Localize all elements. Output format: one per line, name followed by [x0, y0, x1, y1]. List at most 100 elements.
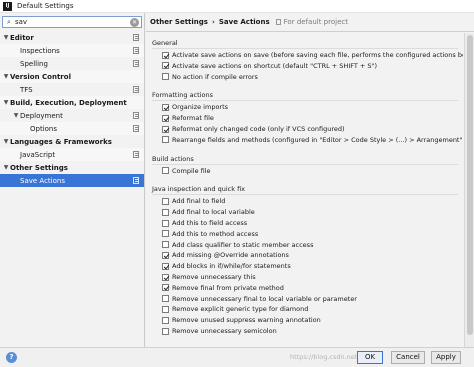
option-label: Rearrange fields and methods (configured… — [172, 135, 463, 144]
checkbox-checked[interactable] — [162, 114, 169, 122]
checkbox-unchecked[interactable] — [162, 136, 169, 144]
tree-item-label: Other Settings — [10, 163, 68, 172]
checkbox-unchecked[interactable] — [162, 230, 169, 238]
tree-item-spelling[interactable]: Spelling — [0, 57, 144, 70]
checkbox-unchecked[interactable] — [162, 219, 169, 227]
option-add-blocks-in-if-while-for-statements[interactable]: Add blocks in if/while/for statements — [162, 261, 291, 271]
checkbox-checked[interactable] — [162, 51, 169, 59]
tree-item-save-actions[interactable]: Save Actions — [0, 174, 144, 187]
option-compile-file[interactable]: Compile file — [162, 166, 211, 176]
option-remove-unnecessary-semicolon[interactable]: Remove unnecessary semicolon — [162, 326, 277, 336]
checkbox-checked[interactable] — [162, 62, 169, 70]
window-title: Default Settings — [17, 2, 74, 10]
option-reformat-file[interactable]: Reformat file — [162, 113, 214, 123]
option-add-final-to-field[interactable]: Add final to field — [162, 196, 225, 206]
option-add-this-to-method-access[interactable]: Add this to method access — [162, 229, 258, 239]
tree-item-label: Editor — [10, 33, 34, 42]
tree-item-editor[interactable]: ▼ Editor — [0, 31, 144, 44]
tree-item-deployment[interactable]: ▼ Deployment — [0, 109, 144, 122]
option-label: Organize imports — [172, 103, 229, 112]
option-add-this-to-field-access[interactable]: Add this to field access — [162, 218, 247, 228]
tree-item-label: Version Control — [10, 72, 71, 81]
settings-tree: ▼ Editor Inspections Spelling ▼ Version Contr… — [0, 31, 144, 187]
checkbox-checked[interactable] — [162, 284, 169, 292]
tree-item-label: Save Actions — [20, 176, 65, 185]
expand-arrow-icon[interactable]: ▼ — [2, 73, 10, 80]
checkbox-unchecked[interactable] — [162, 208, 169, 216]
dialog-footer: ? https://blog.csdn.net/... OK Cancel Ap… — [0, 347, 474, 367]
project-scope-icon — [275, 19, 281, 25]
ok-button[interactable]: OK — [357, 351, 383, 364]
group-divider — [152, 100, 458, 102]
expand-arrow-icon[interactable]: ▼ — [2, 164, 10, 171]
option-no-action-if-compile-errors[interactable]: No action if compile errors — [162, 72, 258, 82]
cancel-button[interactable]: Cancel — [391, 351, 425, 364]
option-label: Activate save actions on shortcut (defau… — [172, 61, 378, 70]
tree-item-javascript[interactable]: JavaScript — [0, 148, 144, 161]
apply-button[interactable]: Apply — [431, 351, 461, 364]
settings-panel: Other Settings › Save Actions For defaul… — [146, 13, 474, 347]
group-title-formatting-actions: Formatting actions — [152, 91, 213, 100]
scrollbar-thumb[interactable] — [467, 35, 473, 335]
settings-search-input[interactable] — [15, 17, 125, 27]
checkbox-unchecked[interactable] — [162, 295, 169, 303]
vertical-scrollbar[interactable] — [464, 33, 474, 347]
save-actions-options: General Activate save actions on save (be… — [146, 33, 463, 347]
project-level-icon — [133, 177, 139, 184]
checkbox-unchecked[interactable] — [162, 305, 169, 313]
option-activate-save-actions-on-shortcut-defaul[interactable]: Activate save actions on shortcut (defau… — [162, 61, 377, 71]
option-remove-final-from-private-method[interactable]: Remove final from private method — [162, 283, 284, 293]
option-rearrange-fields-and-methods-configured-[interactable]: Rearrange fields and methods (configured… — [162, 135, 463, 145]
option-activate-save-actions-on-save-before-sav[interactable]: Activate save actions on save (before sa… — [162, 50, 463, 60]
expand-arrow-icon[interactable]: ▼ — [2, 138, 10, 145]
checkbox-unchecked[interactable] — [162, 167, 169, 175]
option-add-final-to-local-variable[interactable]: Add final to local variable — [162, 207, 255, 217]
tree-item-version-control[interactable]: ▼ Version Control — [0, 70, 144, 83]
option-remove-unnecessary-final-to-local-variab[interactable]: Remove unnecessary final to local variab… — [162, 294, 357, 304]
tree-item-other-settings[interactable]: ▼ Other Settings — [0, 161, 144, 174]
option-add-missing-override-annotations[interactable]: Add missing @Override annotations — [162, 250, 289, 260]
checkbox-checked[interactable] — [162, 262, 169, 270]
option-remove-unnecessary-this[interactable]: Remove unnecessary this — [162, 272, 256, 282]
option-label: No action if compile errors — [172, 72, 258, 81]
tree-item-languages-frameworks[interactable]: ▼ Languages & Frameworks — [0, 135, 144, 148]
checkbox-unchecked[interactable] — [162, 327, 169, 335]
tree-item-label: Deployment — [20, 111, 63, 120]
option-organize-imports[interactable]: Organize imports — [162, 102, 228, 112]
checkbox-checked[interactable] — [162, 273, 169, 281]
checkbox-checked[interactable] — [162, 103, 169, 111]
group-divider — [152, 48, 458, 49]
option-remove-explicit-generic-type-for-diamond[interactable]: Remove explicit generic type for diamond — [162, 304, 308, 314]
option-label: Add class qualifier to static member acc… — [172, 240, 314, 249]
tree-item-build-execution-deployment[interactable]: ▼ Build, Execution, Deployment — [0, 96, 144, 109]
search-icon: ⌕ — [7, 17, 11, 26]
option-add-class-qualifier-to-static-member-acc[interactable]: Add class qualifier to static member acc… — [162, 240, 313, 250]
checkbox-unchecked[interactable] — [162, 197, 169, 205]
tree-item-inspections[interactable]: Inspections — [0, 44, 144, 57]
checkbox-checked[interactable] — [162, 125, 169, 133]
settings-search-box[interactable]: ⌕ ✕ — [2, 16, 142, 28]
header-divider — [146, 31, 474, 32]
checkbox-checked[interactable] — [162, 251, 169, 259]
group-title-build-actions: Build actions — [152, 154, 194, 163]
expand-arrow-icon[interactable]: ▼ — [2, 34, 10, 41]
checkbox-unchecked[interactable] — [162, 316, 169, 324]
scope-label: For default project — [275, 18, 348, 26]
checkbox-unchecked[interactable] — [162, 73, 169, 81]
option-reformat-only-changed-code-only-if-vcs-c[interactable]: Reformat only changed code (only if VCS … — [162, 124, 345, 134]
help-icon[interactable]: ? — [6, 352, 17, 363]
scope-text: For default project — [283, 18, 348, 26]
checkbox-unchecked[interactable] — [162, 241, 169, 249]
option-remove-unused-suppress-warning-annotatio[interactable]: Remove unused suppress warning annotatio… — [162, 315, 321, 325]
expand-arrow-icon[interactable]: ▼ — [2, 99, 10, 106]
project-level-icon — [133, 60, 139, 67]
option-label: Remove unnecessary semicolon — [172, 327, 277, 335]
tree-item-tfs[interactable]: TFS — [0, 83, 144, 96]
tree-item-options[interactable]: Options — [0, 122, 144, 135]
option-label: Reformat only changed code (only if VCS … — [172, 125, 345, 133]
group-title-general: General — [152, 39, 178, 47]
expand-arrow-icon[interactable]: ▼ — [12, 112, 20, 119]
breadcrumb-parent: Other Settings — [150, 18, 208, 26]
tree-item-label: Inspections — [20, 46, 60, 55]
clear-search-icon[interactable]: ✕ — [130, 18, 139, 27]
